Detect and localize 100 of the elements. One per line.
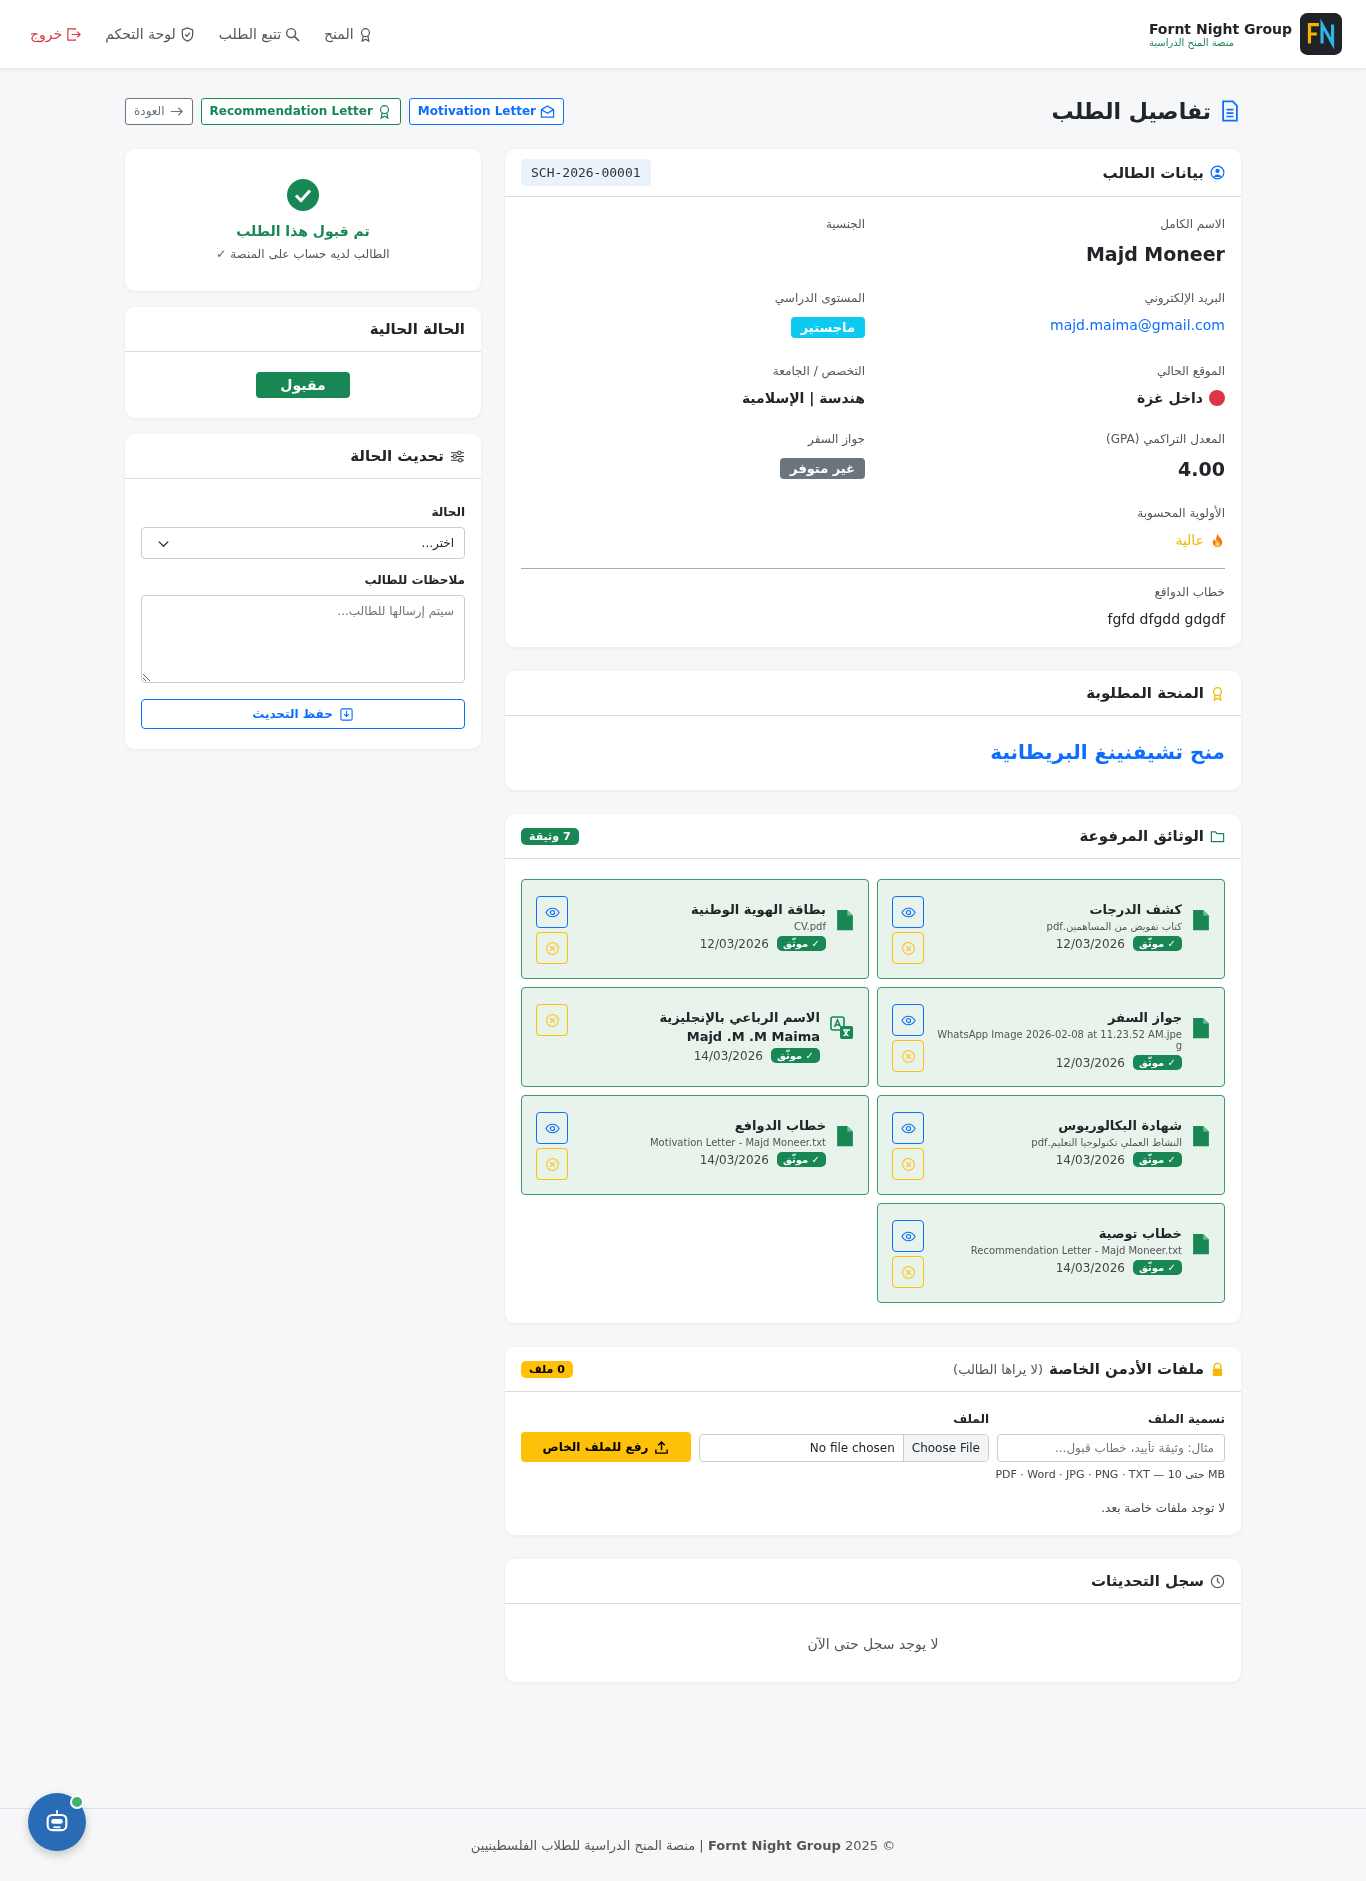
action-button[interactable]: Motivation Letter	[408, 97, 564, 125]
cancel-icon	[900, 1156, 916, 1172]
card-title: سجل التحديثات	[1091, 1572, 1204, 1590]
file-field[interactable]: No file chosen Choose File	[699, 1434, 989, 1462]
document-date: 12/03/2026	[699, 936, 769, 951]
view-button[interactable]	[536, 896, 568, 928]
user-circle-icon	[1210, 165, 1225, 180]
count-badge: 7 وثيقة	[521, 827, 579, 845]
view-button[interactable]	[892, 1112, 924, 1144]
clock-icon	[1210, 1573, 1225, 1589]
online-dot	[70, 1795, 84, 1809]
status-badge: ماجستير	[790, 317, 865, 338]
file-icon	[836, 1124, 854, 1148]
brand-name: Fornt Night Group	[1148, 20, 1292, 37]
nav-link[interactable]: تتبع الطلب	[218, 26, 301, 42]
cancel-icon	[900, 1048, 916, 1064]
document-date: 12/03/2026	[1055, 936, 1125, 951]
field-value: داخل غزة	[1137, 390, 1203, 406]
field-label: الجنسية	[825, 217, 865, 231]
view-button[interactable]	[892, 1004, 924, 1036]
file-name: Recommendation Letter - Majd Moneer.txt	[970, 1245, 1182, 1256]
card-note: (لا يراها الطالب)	[953, 1361, 1044, 1377]
verified-badge: ✓ موثّق	[776, 936, 826, 951]
file-icon	[1192, 1124, 1210, 1148]
card-title: تحديث الحالة	[350, 447, 444, 465]
accepted-title: تم قبول هذا الطلب	[236, 223, 370, 239]
file-name: WhatsApp Image 2026-02-08 at 11.23.52 AM.jpeg	[936, 1029, 1182, 1051]
field-label: الملف	[952, 1412, 989, 1426]
field-label: خطاب الدوافع	[1154, 585, 1225, 599]
file-name: النشاط العملي تكنولوجيا التعليم.pdf	[1031, 1137, 1182, 1148]
cancel-icon	[544, 940, 560, 956]
field-value: 4.00	[1178, 458, 1225, 480]
count-badge: 0 ملف	[521, 1360, 573, 1378]
field-label: الاسم الكامل	[1160, 217, 1225, 231]
shield-icon	[179, 26, 195, 42]
view-button[interactable]	[892, 896, 924, 928]
document-title: كشف الدرجات	[1089, 902, 1182, 917]
file-name: Motivation Letter - Majd Moneer.txt	[649, 1137, 826, 1148]
file-icon	[1192, 908, 1210, 932]
email-link[interactable]: majd.maima@gmail.com	[1050, 317, 1225, 333]
action-button[interactable]: Recommendation Letter	[200, 97, 401, 125]
action-button[interactable]: العودة	[125, 97, 193, 125]
award-icon	[1210, 685, 1225, 701]
field-label: الموقع الحالي	[1156, 364, 1225, 378]
motivation-text: fgfd dfgdd gdgdf	[1107, 611, 1225, 627]
document-title: الاسم الرباعي بالإنجليزية	[659, 1010, 820, 1025]
view-button[interactable]	[892, 1220, 924, 1252]
status-select[interactable]: اختر...	[141, 527, 465, 559]
nav-link[interactable]: خروج	[30, 26, 82, 42]
cancel-icon	[544, 1012, 560, 1028]
cancel-icon	[900, 940, 916, 956]
logo-icon[interactable]	[1300, 13, 1342, 55]
folder-icon	[1210, 828, 1225, 844]
verified-badge: ✓ موثّق	[1132, 1152, 1182, 1167]
file-icon	[1192, 1232, 1210, 1256]
page-title: تفاصيل الطلب	[1051, 98, 1211, 124]
translate-icon	[830, 1016, 854, 1040]
field-label: البريد الإلكتروني	[1144, 291, 1225, 305]
field-label: التخصص / الجامعة	[772, 364, 865, 378]
field-label: الحالة	[430, 505, 465, 519]
field-label: الأولوية المحسوبة	[1137, 506, 1225, 520]
document-title: خطاب توصية	[1098, 1226, 1182, 1241]
view-button[interactable]	[536, 1112, 568, 1144]
empty-message: لا يوجد سجل حتى الآن	[807, 1636, 939, 1652]
verified-badge: ✓ موثّق	[1132, 1260, 1182, 1275]
scholarship-link[interactable]: منح تشيفنينغ البريطانية	[990, 736, 1225, 770]
verified-badge: ✓ موثّق	[1132, 936, 1182, 951]
document-date: 14/03/2026	[1055, 1152, 1125, 1167]
document-date: 14/03/2026	[1055, 1260, 1125, 1275]
document-date: 14/03/2026	[693, 1048, 763, 1063]
sliders-icon	[450, 448, 465, 464]
nav-link[interactable]: المنح	[324, 26, 373, 42]
document-title: بطاقة الهوية الوطنية	[691, 902, 826, 917]
upload-hint: PDF · Word · JPG · PNG · TXT — حتى 10 MB	[995, 1468, 1225, 1481]
status-badge: غير متوفر	[780, 458, 865, 479]
notes-textarea[interactable]: سيتم إرسالها للطالب...	[141, 595, 465, 683]
card-title: المنحة المطلوبة	[1086, 684, 1204, 702]
document-date: 12/03/2026	[1055, 1055, 1125, 1070]
brand-tagline: منصة المنح الدراسية	[1148, 36, 1235, 48]
file-icon	[836, 908, 854, 932]
document-title: جواز السفر	[1108, 1010, 1182, 1025]
envelope-icon	[539, 103, 555, 119]
card-title: الوثائق المرفوعة	[1079, 827, 1204, 845]
document-date: 14/03/2026	[699, 1152, 769, 1167]
logout-icon	[66, 26, 82, 42]
file-name: CV.pdf	[794, 921, 826, 932]
save-button[interactable]: حفظ التحديث	[141, 699, 465, 729]
status-badge: مقبول	[256, 372, 350, 398]
file-icon	[1192, 1016, 1210, 1040]
nav-link[interactable]: لوحة التحكم	[105, 26, 195, 42]
document-icon	[1219, 99, 1241, 123]
file-name: كتاب تفويض من المساهمين.pdf	[1046, 921, 1182, 932]
lock-icon	[1210, 1361, 1225, 1377]
document-title: خطاب الدوافع	[734, 1118, 826, 1133]
search-icon	[285, 26, 301, 42]
accepted-note: الطالب لديه حساب على المنصة ✓	[216, 247, 390, 261]
field-label: المستوى الدراسي	[774, 291, 865, 305]
field-label: ملاحظات للطالب	[363, 573, 465, 587]
chatbot-button[interactable]	[28, 1793, 86, 1851]
upload-button[interactable]: رفع للملف الخاص	[521, 1432, 691, 1462]
